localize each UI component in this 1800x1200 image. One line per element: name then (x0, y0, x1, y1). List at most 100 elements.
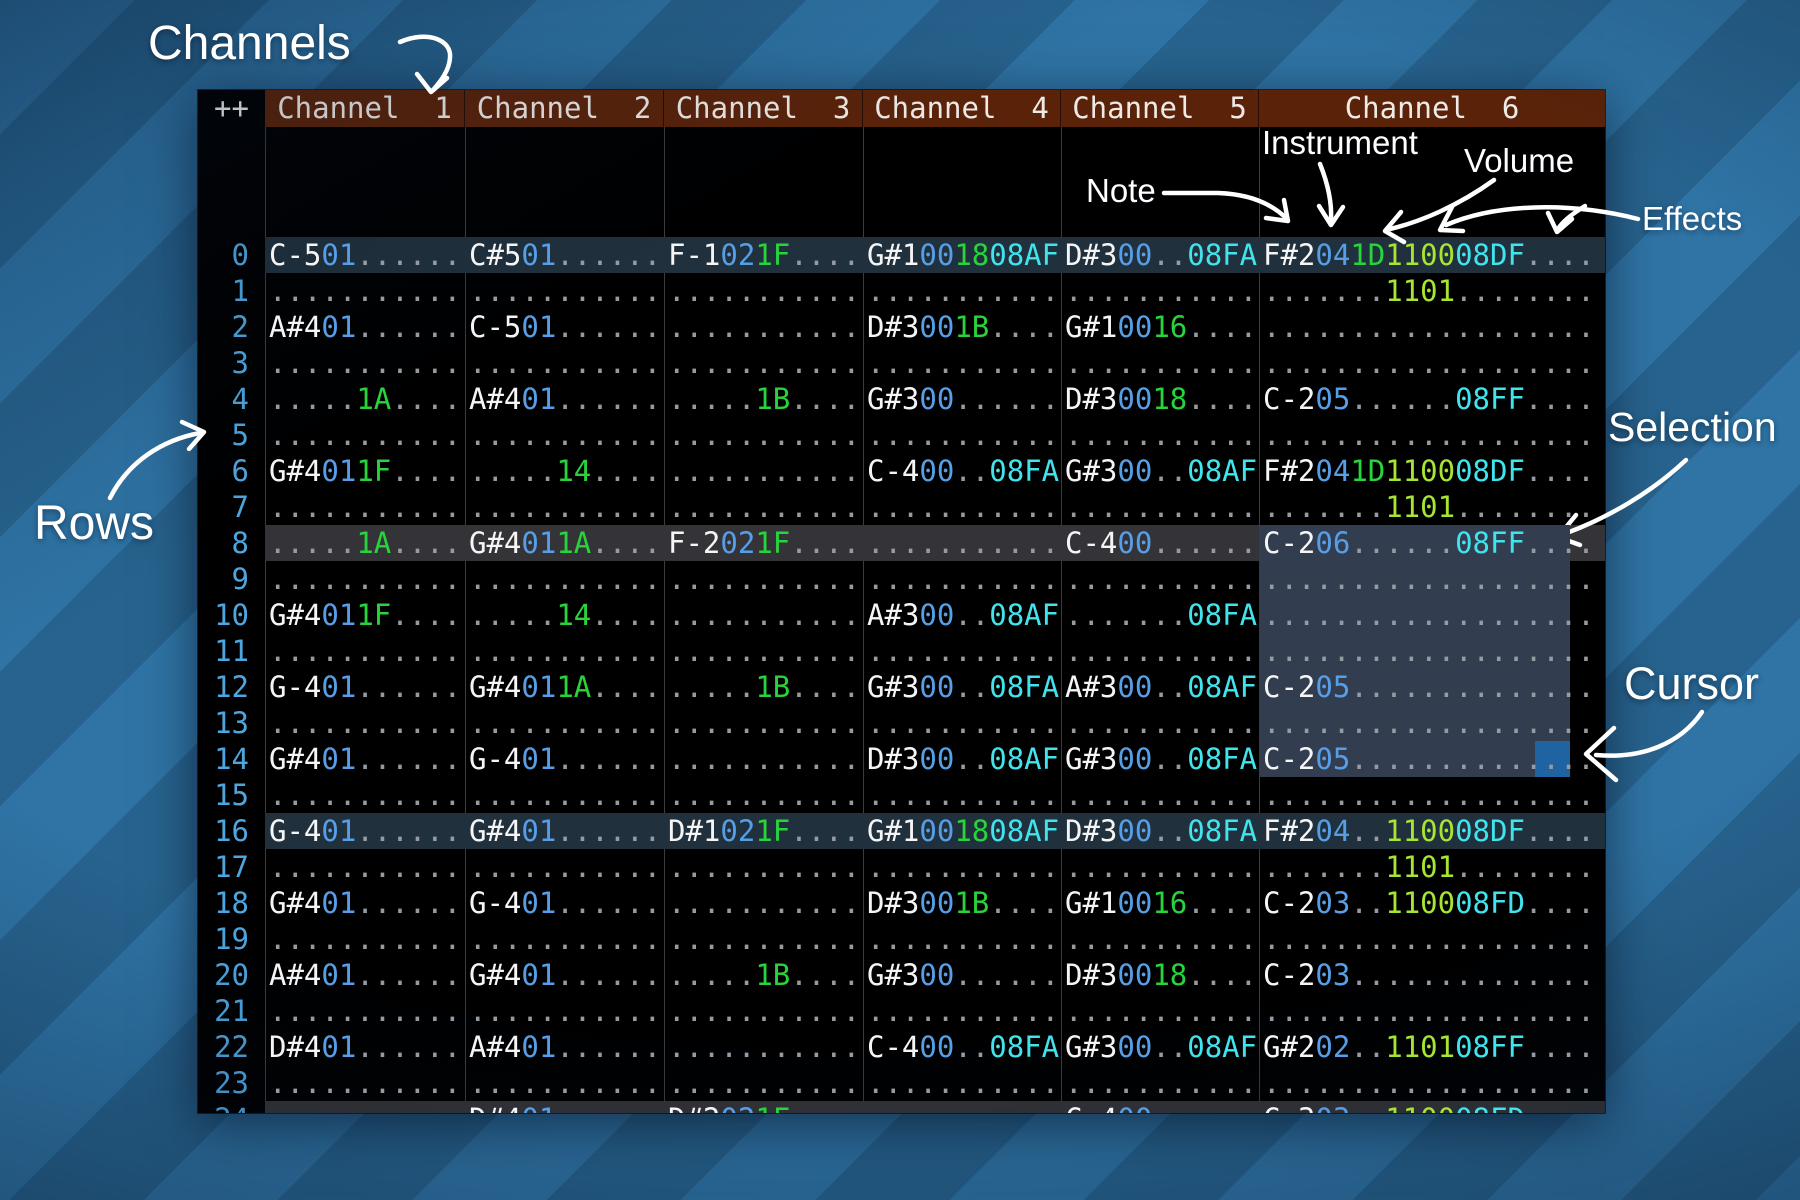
pattern-cell[interactable]: ................... (1259, 633, 1605, 669)
pattern-cell[interactable]: ........... (265, 921, 465, 957)
pattern-cell[interactable]: ........... (863, 921, 1061, 957)
pattern-cell[interactable]: ........... (465, 777, 664, 813)
pattern-cell[interactable]: .....1B.... (664, 669, 863, 705)
pattern-cell[interactable]: G#300..08FA (863, 669, 1061, 705)
pattern-cell[interactable]: F-2021F.... (664, 525, 863, 561)
pattern-cell[interactable]: G#401...... (465, 957, 664, 993)
pattern-cell[interactable]: D#401...... (465, 1101, 664, 1113)
channel-header-3[interactable]: Channel 3 (664, 90, 863, 127)
pattern-cell[interactable]: .......1101........ (1259, 489, 1605, 525)
pattern-cell[interactable]: C-203..110008FD.... (1259, 885, 1605, 921)
pattern-cell[interactable]: ........... (664, 993, 863, 1029)
channel-header-2[interactable]: Channel 2 (465, 90, 664, 127)
pattern-cell[interactable]: G#401...... (265, 741, 465, 777)
pattern-cell[interactable]: ........... (863, 849, 1061, 885)
pattern-cell[interactable]: ........... (863, 777, 1061, 813)
pattern-cell[interactable]: C-400..08FA (863, 1029, 1061, 1065)
pattern-cell[interactable]: ........... (664, 633, 863, 669)
pattern-cell[interactable]: G-401...... (465, 741, 664, 777)
pattern-cell[interactable]: ........... (265, 1065, 465, 1101)
pattern-cell[interactable]: ........... (265, 417, 465, 453)
pattern-cell[interactable]: ........... (863, 525, 1061, 561)
pattern-cell[interactable]: ........... (863, 417, 1061, 453)
pattern-cell[interactable]: ........... (1061, 849, 1259, 885)
pattern-cell[interactable]: ........... (664, 849, 863, 885)
pattern-cell[interactable]: ........... (664, 597, 863, 633)
pattern-cell[interactable]: ........... (1061, 561, 1259, 597)
pattern-cell[interactable]: ........... (465, 633, 664, 669)
pattern-cell[interactable]: ................... (1259, 921, 1605, 957)
pattern-cell[interactable]: G#1001808AF (863, 813, 1061, 849)
pattern-cell[interactable]: ........... (465, 561, 664, 597)
pattern-cell[interactable]: ........... (664, 453, 863, 489)
pattern-cell[interactable]: ........... (265, 993, 465, 1029)
pattern-cell[interactable]: ........... (465, 849, 664, 885)
pattern-cell[interactable]: D#401...... (265, 1029, 465, 1065)
pattern-cell[interactable]: ........... (664, 777, 863, 813)
pattern-cell[interactable]: ........... (265, 849, 465, 885)
pattern-cell[interactable]: ........... (664, 309, 863, 345)
pattern-cell[interactable]: ........... (863, 633, 1061, 669)
pattern-cell[interactable]: G#401...... (465, 813, 664, 849)
pattern-cell[interactable]: ........... (465, 273, 664, 309)
pattern-cell[interactable]: G#401...... (265, 885, 465, 921)
pattern-cell[interactable]: ........... (265, 273, 465, 309)
pattern-cell[interactable]: ........... (1061, 921, 1259, 957)
pattern-cell[interactable]: ........... (1061, 705, 1259, 741)
pattern-cell[interactable]: .....14.... (465, 597, 664, 633)
pattern-cell[interactable]: A#401...... (465, 381, 664, 417)
pattern-cell[interactable]: .......1101........ (1259, 273, 1605, 309)
pattern-cell[interactable]: ........... (863, 705, 1061, 741)
pattern-cell[interactable]: G-401...... (465, 885, 664, 921)
pattern-cell[interactable]: ................... (1259, 345, 1605, 381)
channel-header-1[interactable]: Channel 1 (265, 90, 465, 127)
pattern-cell[interactable]: ........... (863, 1101, 1061, 1113)
pattern-cell[interactable]: G-401...... (265, 813, 465, 849)
pattern-cell[interactable]: ........... (664, 561, 863, 597)
pattern-cell[interactable]: ........... (265, 561, 465, 597)
pattern-cell[interactable]: ................... (1259, 993, 1605, 1029)
pattern-cell[interactable]: .......1101........ (1259, 849, 1605, 885)
pattern-cell[interactable]: G#4011F.... (265, 453, 465, 489)
pattern-cell[interactable]: C-400...... (1061, 1101, 1259, 1113)
pattern-cell[interactable]: ........... (465, 705, 664, 741)
pattern-cell[interactable]: F#2041D110008DF.... (1259, 453, 1605, 489)
pattern-cell[interactable]: A#401...... (265, 309, 465, 345)
pattern-cell[interactable]: ........... (664, 885, 863, 921)
pattern-cell[interactable]: .....1A.... (265, 381, 465, 417)
channel-header-6[interactable]: Channel 6 (1259, 90, 1605, 127)
pattern-cell[interactable]: ........... (1061, 777, 1259, 813)
pattern-cell[interactable]: C-206......08FF.... (1259, 525, 1605, 561)
pattern-cell[interactable]: ........... (265, 777, 465, 813)
pattern-cell[interactable]: C-303..110008FD.... (1259, 1101, 1605, 1113)
pattern-cell[interactable]: ........... (265, 489, 465, 525)
collapse-channels-button[interactable]: ++ (198, 90, 265, 127)
pattern-cell[interactable]: F#2041D110008DF.... (1259, 237, 1605, 273)
pattern-cell[interactable]: D#30018.... (1061, 381, 1259, 417)
pattern-cell[interactable]: ........... (863, 345, 1061, 381)
pattern-cell[interactable]: D#1021F.... (664, 813, 863, 849)
pattern-cell[interactable]: ................... (1259, 1065, 1605, 1101)
pattern-cell[interactable]: ........... (1061, 1065, 1259, 1101)
pattern-cell[interactable]: D#30018.... (1061, 957, 1259, 993)
pattern-cell[interactable]: .....1B.... (664, 957, 863, 993)
channel-header-4[interactable]: Channel 4 (863, 90, 1061, 127)
pattern-cell[interactable]: G#300..08FA (1061, 741, 1259, 777)
pattern-cell[interactable]: ........... (664, 1065, 863, 1101)
pattern-cell[interactable]: ........... (465, 921, 664, 957)
pattern-cell[interactable]: G-401...... (265, 669, 465, 705)
pattern-cell[interactable]: C-205.............. (1259, 669, 1605, 705)
pattern-cell[interactable]: ........... (1061, 489, 1259, 525)
pattern-cell[interactable]: ........... (465, 345, 664, 381)
pattern-cell[interactable]: ........... (863, 993, 1061, 1029)
pattern-cell[interactable]: ........... (265, 1101, 465, 1113)
pattern-cell[interactable]: G#300..08AF (1061, 1029, 1259, 1065)
pattern-cell[interactable]: ........... (265, 345, 465, 381)
pattern-cell[interactable]: G#10016.... (1061, 885, 1259, 921)
pattern-cell[interactable]: ........... (1061, 417, 1259, 453)
pattern-cell[interactable]: D#300..08AF (863, 741, 1061, 777)
pattern-cell[interactable]: ........... (465, 489, 664, 525)
pattern-cell[interactable]: G#202..110108FF.... (1259, 1029, 1605, 1065)
pattern-cell[interactable]: ........... (664, 273, 863, 309)
pattern-cell[interactable]: D#3001B.... (863, 885, 1061, 921)
